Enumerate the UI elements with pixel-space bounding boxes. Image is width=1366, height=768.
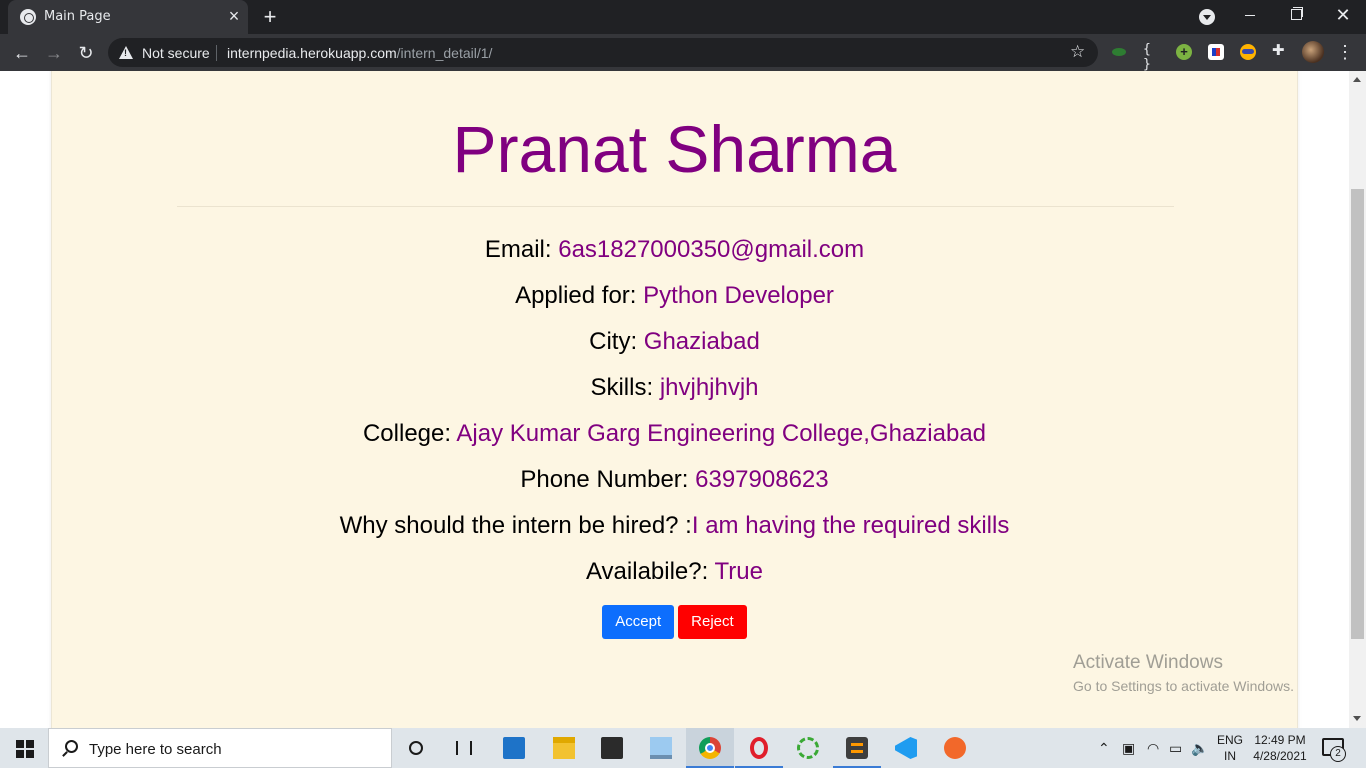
input-language[interactable]: ENG IN	[1212, 732, 1248, 768]
flag-extension-icon[interactable]	[1208, 44, 1224, 60]
college-row: College: Ajay Kumar Garg Engineering Col…	[52, 420, 1297, 448]
why-hire-row: Why should the intern be hired? :I am ha…	[52, 512, 1297, 540]
tab-search-chevron-icon[interactable]	[1199, 9, 1215, 25]
window-close-button[interactable]: ✕	[1320, 0, 1366, 34]
page-viewport: Pranat Sharma Email: 6as1827000350@gmail…	[0, 71, 1349, 728]
warning-triangle-icon[interactable]	[119, 46, 133, 59]
extension-plus-icon[interactable]: +	[1176, 44, 1192, 60]
city-value: Ghaziabad	[643, 328, 760, 355]
intern-detail-card: Pranat Sharma Email: 6as1827000350@gmail…	[51, 71, 1298, 728]
search-icon	[65, 740, 78, 753]
browser-menu-icon[interactable]: ⋮	[1336, 40, 1354, 64]
tab-title: Main Page	[44, 9, 111, 24]
cortana-icon[interactable]	[392, 728, 440, 768]
why-hire-label: Why should the intern be hired? :	[339, 512, 692, 539]
reject-button[interactable]: Reject	[678, 605, 747, 639]
url-host: internpedia.herokuapp.com	[227, 45, 397, 61]
applied-for-value: Python Developer	[643, 282, 834, 309]
scroll-up-arrow-icon[interactable]	[1353, 77, 1361, 82]
email-label: Email:	[484, 236, 559, 263]
activate-windows-title: Activate Windows	[1073, 652, 1223, 673]
json-braces-icon[interactable]: { }	[1143, 42, 1159, 72]
volume-icon[interactable]: 🔈	[1191, 740, 1208, 757]
windows-taskbar: Type here to search ⌃ ▣ ◠ ▭ 🔈 ENG IN 12:…	[0, 728, 1366, 768]
window-minimize-button[interactable]	[1227, 0, 1273, 34]
taskbar-clock[interactable]: 12:49 PM 4/28/2021	[1250, 732, 1310, 768]
skills-row: Skills: jhvjhjhvjh	[52, 374, 1297, 402]
security-status[interactable]: Not secure	[142, 45, 210, 61]
globe-icon	[20, 9, 36, 25]
page-scrollbar[interactable]	[1349, 71, 1366, 728]
available-value: True	[714, 558, 763, 585]
notification-count-badge: 2	[1330, 746, 1346, 762]
meet-now-icon[interactable]: ▣	[1122, 740, 1135, 757]
skills-value: jhvjhjhvjh	[659, 374, 759, 401]
activate-windows-watermark: Activate Windows Go to Settings to activ…	[1073, 651, 1294, 697]
chrome-icon[interactable]	[686, 728, 734, 768]
email-row: Email: 6as1827000350@gmail.com	[52, 236, 1297, 264]
phone-row: Phone Number: 6397908623	[52, 466, 1297, 494]
region-code: IN	[1224, 749, 1236, 763]
back-arrow-icon[interactable]: ←	[8, 39, 36, 67]
file-explorer-icon[interactable]	[540, 728, 588, 768]
scroll-thumb[interactable]	[1351, 189, 1364, 639]
tab-close-icon[interactable]: ×	[224, 6, 244, 26]
college-value: Ajay Kumar Garg Engineering College,Ghaz…	[456, 420, 987, 447]
clock-date: 4/28/2021	[1253, 749, 1307, 763]
heading-divider	[177, 206, 1174, 207]
address-bar[interactable]: Not secure internpedia.herokuapp.com/int…	[108, 38, 1098, 67]
forward-arrow-icon[interactable]: →	[40, 39, 68, 67]
action-buttons: Accept Reject	[52, 605, 1297, 639]
extensions-puzzle-icon[interactable]: ✚	[1272, 41, 1288, 59]
applied-for-label: Applied for:	[515, 282, 644, 309]
windows-start-icon[interactable]	[0, 728, 48, 768]
opera-icon[interactable]	[735, 728, 783, 768]
mail-icon[interactable]	[490, 728, 538, 768]
task-view-icon[interactable]	[440, 728, 488, 768]
laptop-app-icon[interactable]	[637, 728, 685, 768]
vscode-icon[interactable]	[882, 728, 930, 768]
clock-time: 12:49 PM	[1254, 733, 1306, 747]
language-code: ENG	[1216, 733, 1243, 747]
window-restore-button[interactable]	[1273, 0, 1319, 34]
skills-label: Skills:	[590, 374, 660, 401]
sublime-text-icon[interactable]	[833, 728, 881, 768]
city-label: City:	[589, 328, 644, 355]
url-path: /intern_detail/1/	[396, 45, 493, 61]
omnibox-divider	[216, 45, 217, 61]
bookmark-star-icon[interactable]: ☆	[1070, 42, 1085, 62]
phone-label: Phone Number:	[520, 466, 696, 493]
email-value: 6as1827000350@gmail.com	[558, 236, 865, 263]
city-row: City: Ghaziabad	[52, 328, 1297, 356]
browser-tab[interactable]: Main Page ×	[8, 0, 248, 34]
extension-glasses-icon[interactable]	[1240, 44, 1256, 60]
battery-icon[interactable]: ▭	[1169, 740, 1182, 757]
phone-value: 6397908623	[695, 466, 829, 493]
available-row: Availabile?: True	[52, 558, 1297, 586]
show-hidden-icons-chevron-icon[interactable]: ⌃	[1098, 740, 1110, 757]
college-label: College:	[362, 420, 457, 447]
accept-button[interactable]: Accept	[602, 605, 675, 639]
reload-icon[interactable]: ↻	[72, 39, 100, 67]
new-tab-plus-icon[interactable]: +	[258, 5, 282, 29]
brush-app-icon[interactable]	[931, 728, 979, 768]
spinner-app-icon[interactable]	[784, 728, 832, 768]
why-hire-value: I am having the required skills	[691, 512, 1010, 539]
available-label: Availabile?:	[585, 558, 715, 585]
wifi-icon[interactable]: ◠	[1147, 740, 1159, 757]
applied-for-row: Applied for: Python Developer	[52, 282, 1297, 310]
scroll-down-arrow-icon[interactable]	[1353, 716, 1361, 721]
taskbar-search-placeholder: Type here to search	[89, 741, 222, 758]
store-icon[interactable]	[588, 728, 636, 768]
url-text[interactable]: internpedia.herokuapp.com/intern_detail/…	[227, 45, 492, 61]
extension-green-icon[interactable]	[1112, 48, 1126, 56]
taskbar-search-input[interactable]: Type here to search	[48, 728, 392, 768]
intern-name-heading: Pranat Sharma	[452, 112, 897, 186]
profile-avatar[interactable]	[1302, 41, 1324, 63]
browser-toolbar: ← → ↻ Not secure internpedia.herokuapp.c…	[0, 34, 1366, 72]
browser-tab-bar: Main Page × + ✕	[0, 0, 1366, 34]
activate-windows-subtitle: Go to Settings to activate Windows.	[1073, 678, 1294, 694]
